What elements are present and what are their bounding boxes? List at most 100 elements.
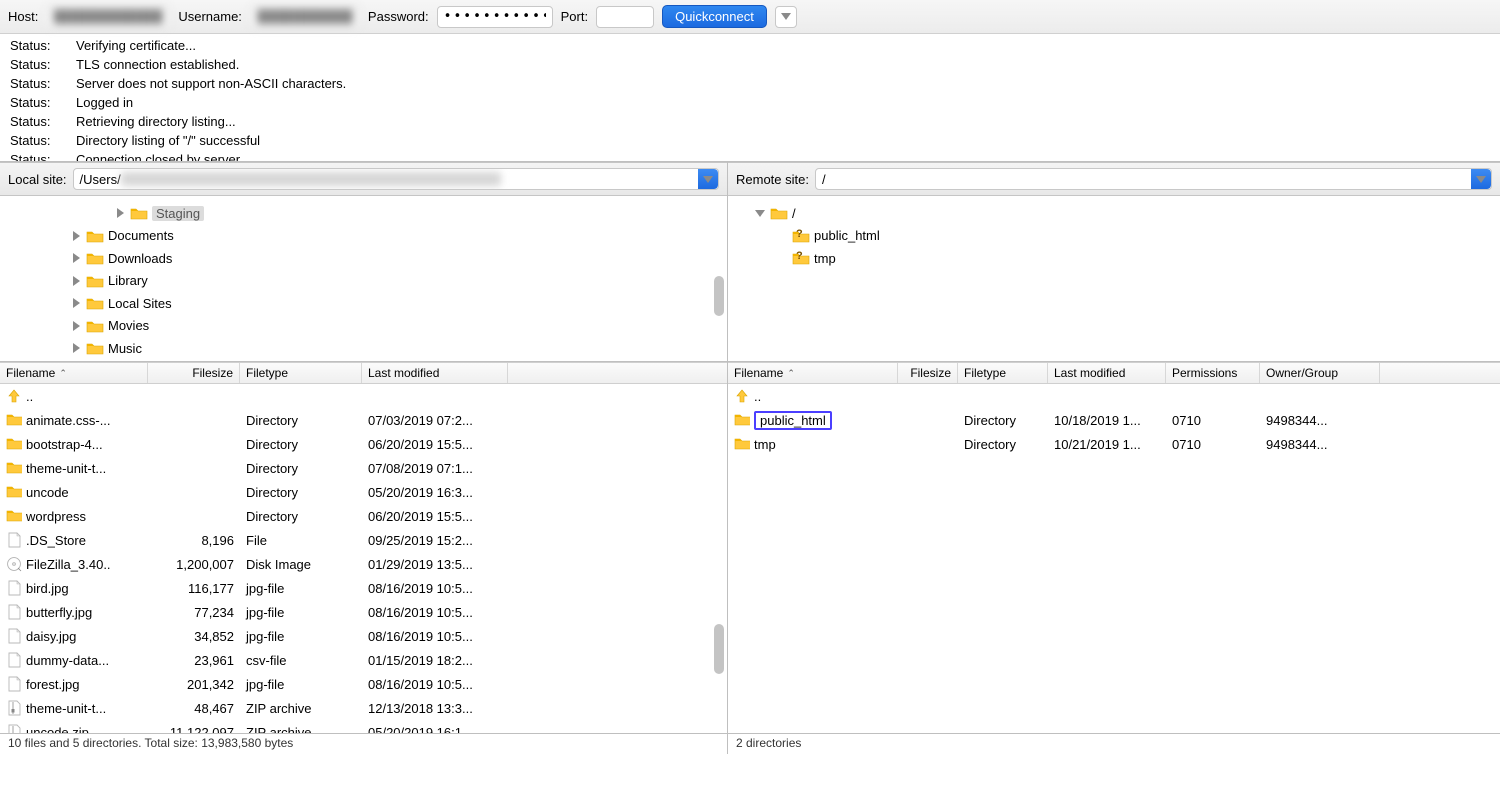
file-row[interactable]: .. <box>0 384 727 408</box>
cell-lastmod: 06/20/2019 15:5... <box>362 509 508 524</box>
tree-item[interactable]: Music <box>4 337 723 360</box>
tree-item[interactable]: Library <box>4 270 723 293</box>
tree-item[interactable]: Documents <box>4 225 723 248</box>
cell-permissions: 0710 <box>1166 413 1260 428</box>
cell-owner: 9498344... <box>1260 413 1380 428</box>
combo-arrow-icon[interactable] <box>1471 169 1491 189</box>
tree-item[interactable]: / <box>732 202 1496 225</box>
cell-filetype: File <box>240 533 362 548</box>
file-row[interactable]: butterfly.jpg77,234jpg-file08/16/2019 10… <box>0 600 727 624</box>
disclosure-triangle-icon[interactable] <box>754 210 766 217</box>
local-directory-tree[interactable]: StagingDocuments Downloads LibraryLocal Si… <box>0 196 727 361</box>
scrollbar-thumb[interactable] <box>714 624 724 674</box>
col-filetype[interactable]: Filetype <box>240 363 362 383</box>
file-row[interactable]: bootstrap-4...Directory06/20/2019 15:5..… <box>0 432 727 456</box>
file-row[interactable]: public_htmlDirectory10/18/2019 1...07109… <box>728 408 1500 432</box>
disclosure-triangle-icon[interactable] <box>70 321 82 331</box>
tree-item[interactable]: Movies <box>4 315 723 338</box>
cell-lastmod: 08/16/2019 10:5... <box>362 581 508 596</box>
file-icon <box>6 628 22 644</box>
log-row: Status:Verifying certificate... <box>0 36 1500 55</box>
cell-filename: animate.css-... <box>0 412 148 428</box>
quickconnect-dropdown-button[interactable] <box>775 6 797 28</box>
disclosure-triangle-icon[interactable] <box>70 343 82 353</box>
cell-lastmod: 07/03/2019 07:2... <box>362 413 508 428</box>
cell-lastmod: 08/16/2019 10:5... <box>362 605 508 620</box>
file-row[interactable]: forest.jpg201,342jpg-file08/16/2019 10:5… <box>0 672 727 696</box>
quickconnect-button[interactable]: Quickconnect <box>662 5 767 28</box>
zip-icon <box>6 700 22 716</box>
file-row[interactable]: animate.css-... Directory07/03/2019 07:2.… <box>0 408 727 432</box>
disclosure-triangle-icon[interactable] <box>114 208 126 218</box>
remote-path-combo[interactable]: / <box>815 168 1492 190</box>
sort-asc-icon: ⌃ <box>59 368 67 379</box>
disclosure-triangle-icon[interactable] <box>70 253 82 263</box>
cell-filename: .. <box>728 388 898 404</box>
host-label: Host: <box>8 9 38 24</box>
col-filesize[interactable]: Filesize <box>148 363 240 383</box>
combo-arrow-icon[interactable] <box>698 169 718 189</box>
col-owner[interactable]: Owner/Group <box>1260 363 1380 383</box>
file-row[interactable]: uncodeDirectory05/20/2019 16:3... <box>0 480 727 504</box>
disclosure-triangle-icon[interactable] <box>70 298 82 308</box>
tree-item[interactable]: Downloads <box>4 247 723 270</box>
log-message: Directory listing of "/" successful <box>76 132 260 149</box>
tree-item[interactable]: Local Sites <box>4 292 723 315</box>
host-input[interactable] <box>46 6 170 28</box>
file-row[interactable]: uncode.zip11,122,097ZIP archive05/20/201… <box>0 720 727 733</box>
col-lastmod[interactable]: Last modified <box>1048 363 1166 383</box>
cell-filesize: 48,467 <box>148 701 240 716</box>
file-row[interactable]: .. <box>728 384 1500 408</box>
disclosure-triangle-icon[interactable] <box>70 231 82 241</box>
col-lastmod[interactable]: Last modified <box>362 363 508 383</box>
file-row[interactable]: wordpressDirectory06/20/2019 15:5... <box>0 504 727 528</box>
scrollbar-thumb[interactable] <box>714 276 724 316</box>
password-input[interactable] <box>437 6 553 28</box>
tree-item[interactable]: public_html <box>732 225 1496 248</box>
remote-file-list[interactable]: .. public_htmlDirectory10/18/2019 1...071… <box>728 384 1500 733</box>
file-row[interactable]: dummy-data...23,961csv-file01/15/2019 18… <box>0 648 727 672</box>
remote-columns-header[interactable]: Filename⌃FilesizeFiletypeLast modifiedPe… <box>728 362 1500 384</box>
file-row[interactable]: bird.jpg116,177jpg-file08/16/2019 10:5..… <box>0 576 727 600</box>
col-permissions[interactable]: Permissions <box>1166 363 1260 383</box>
username-input[interactable] <box>250 6 360 28</box>
log-message: Connection closed by server <box>76 151 240 162</box>
tree-item-label: Downloads <box>108 251 172 266</box>
file-row[interactable]: .DS_Store8,196File09/25/2019 15:2... <box>0 528 727 552</box>
col-filename[interactable]: Filename⌃ <box>728 363 898 383</box>
port-input[interactable] <box>596 6 654 28</box>
local-columns-header[interactable]: Filename⌃FilesizeFiletypeLast modified <box>0 362 727 384</box>
local-file-list[interactable]: .. animate.css-... Directory07/03/2019 07:… <box>0 384 727 733</box>
cell-lastmod: 10/18/2019 1... <box>1048 413 1166 428</box>
remote-directory-tree[interactable]: /public_htmltmp <box>728 196 1500 361</box>
log-label: Status: <box>10 75 76 92</box>
disclosure-triangle-icon[interactable] <box>70 276 82 286</box>
directory-tree-split: Local site: /Users/ StagingDocumentsDown… <box>0 162 1500 362</box>
log-message: Logged in <box>76 94 133 111</box>
file-row[interactable]: theme-unit-t...48,467ZIP archive12/13/20… <box>0 696 727 720</box>
cell-filesize: 23,961 <box>148 653 240 668</box>
tree-item[interactable]: tmp <box>732 247 1496 270</box>
col-filetype[interactable]: Filetype <box>958 363 1048 383</box>
cell-filesize: 8,196 <box>148 533 240 548</box>
log-message: Server does not support non-ASCII charac… <box>76 75 346 92</box>
local-path-combo[interactable]: /Users/ <box>73 168 719 190</box>
tree-item[interactable]: Staging <box>4 202 723 225</box>
file-row[interactable]: theme-unit-t...Directory07/08/2019 07:1.… <box>0 456 727 480</box>
file-row[interactable]: FileZilla_3.40..1,200,007Disk Image01/29… <box>0 552 727 576</box>
file-row[interactable]: tmpDirectory10/21/2019 1...07109498344..… <box>728 432 1500 456</box>
local-file-pane: Filename⌃FilesizeFiletypeLast modified .… <box>0 362 728 733</box>
cell-lastmod: 06/20/2019 15:5... <box>362 437 508 452</box>
local-path-prefix: /Users/ <box>80 172 121 187</box>
cell-filename: .DS_Store <box>0 532 148 548</box>
col-filesize[interactable]: Filesize <box>898 363 958 383</box>
username-label: Username: <box>178 9 242 24</box>
cell-lastmod: 09/25/2019 15:2... <box>362 533 508 548</box>
file-row[interactable]: daisy.jpg34,852jpg-file08/16/2019 10:5..… <box>0 624 727 648</box>
folder-icon <box>86 229 104 243</box>
folder-icon <box>86 296 104 310</box>
cell-filetype: ZIP archive <box>240 701 362 716</box>
remote-tree-pane: Remote site: / /public_htmltmp <box>728 162 1500 361</box>
col-filename[interactable]: Filename⌃ <box>0 363 148 383</box>
cell-filetype: Directory <box>240 413 362 428</box>
